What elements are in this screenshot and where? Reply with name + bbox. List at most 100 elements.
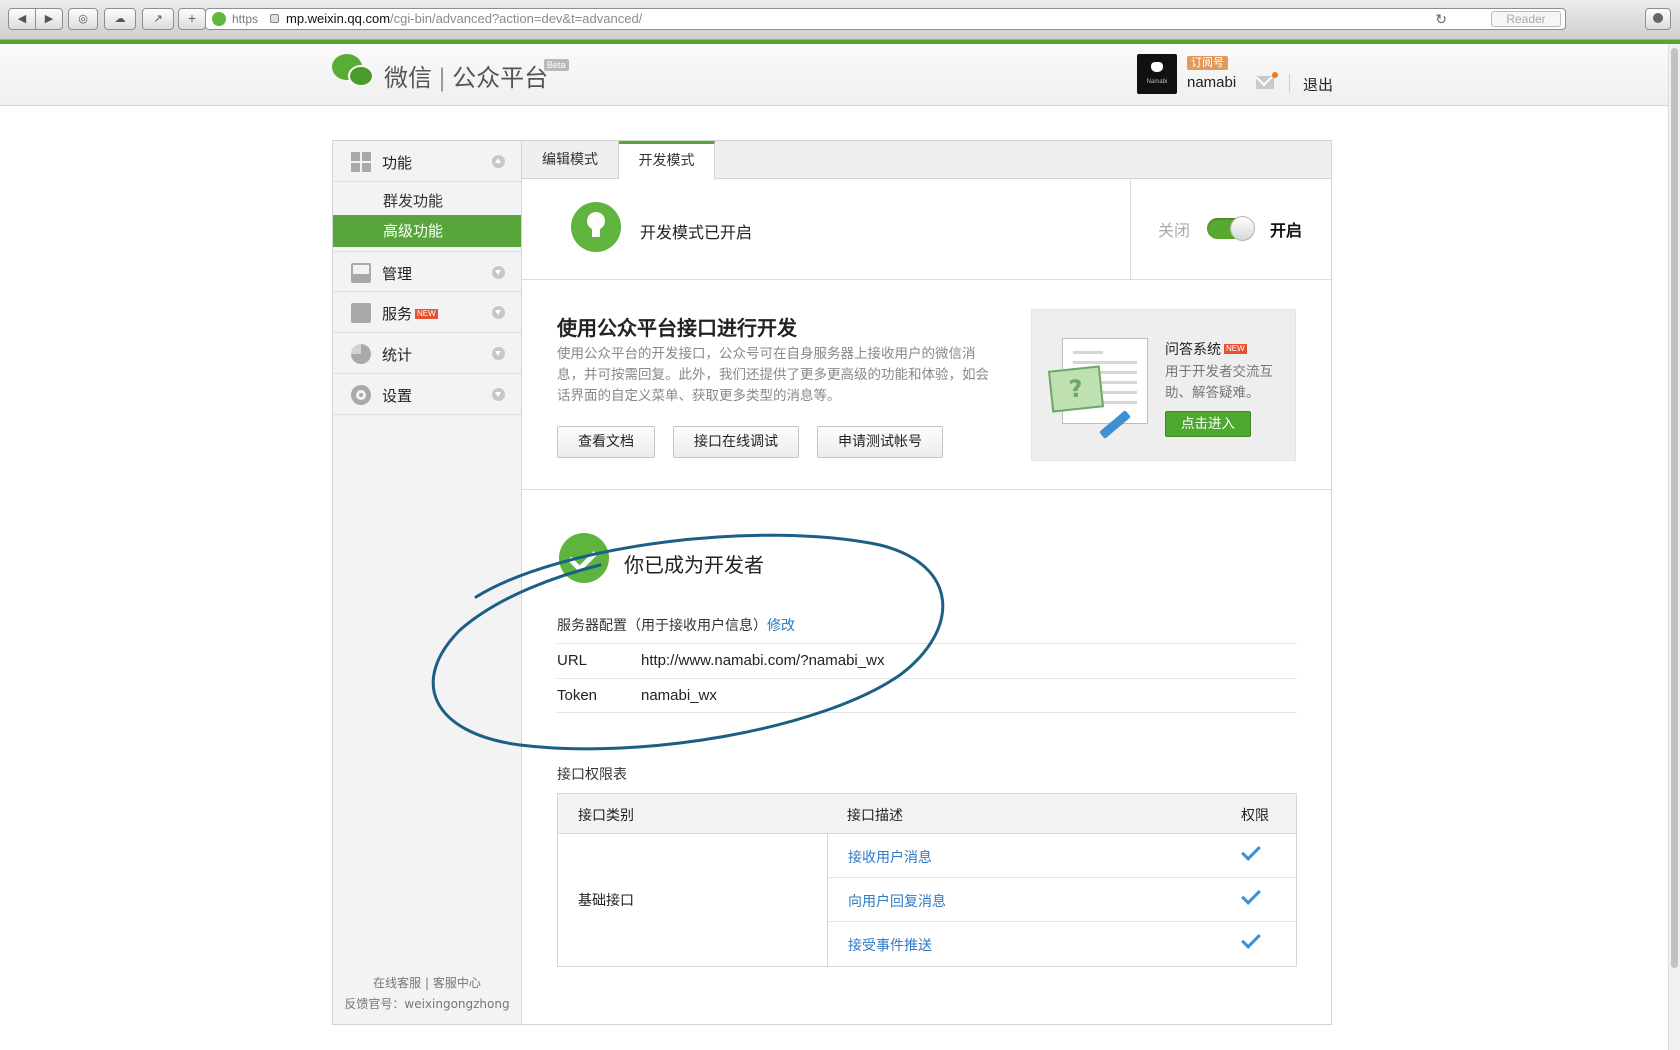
sidebar-group-features[interactable]: 功能 <box>333 141 521 182</box>
category-cell: 基础接口 <box>558 834 828 966</box>
chevron-down-icon[interactable] <box>492 266 505 279</box>
chevron-down-icon[interactable] <box>492 388 505 401</box>
share-icon[interactable]: ↗ <box>142 8 174 30</box>
sidebar-item-mass-send[interactable]: 群发功能 <box>333 185 521 217</box>
site-title: 微信 | 公众平台 <box>384 64 549 92</box>
status-text: 开发模式已开启 <box>640 223 753 242</box>
cloud-icon[interactable]: ☁ <box>104 8 136 30</box>
config-row-token: Token namabi_wx <box>557 678 1297 713</box>
help-center-link[interactable]: 客服中心 <box>433 976 481 990</box>
qa-title: 问答系统 NEW <box>1165 339 1247 359</box>
account-name[interactable]: namabi <box>1187 74 1236 91</box>
new-badge: NEW <box>1224 344 1247 354</box>
add-tab-icon[interactable]: + <box>178 8 206 30</box>
category-name: 基础接口 <box>578 893 634 909</box>
check-icon <box>1241 841 1261 861</box>
sidebar-group-label: 管理 <box>382 265 413 283</box>
header-category: 接口类别 <box>578 808 634 824</box>
toggle-on-label: 开启 <box>1270 221 1303 240</box>
cat-logo-icon <box>1151 62 1163 72</box>
product-name: 公众平台 <box>452 64 549 92</box>
downloads-icon[interactable] <box>1645 8 1671 30</box>
feedback-account: 反馈官号：weixingongzhong <box>344 997 510 1011</box>
browser-toolbar: ◀ ▶ ◎ ☁ ↗ + https mp.weixin.qq.com/cgi-b… <box>0 0 1680 40</box>
tab-dev-mode[interactable]: 开发模式 <box>619 141 715 180</box>
check-icon <box>1241 885 1261 905</box>
logout-link[interactable]: 退出 <box>1303 74 1333 95</box>
token-value: namabi_wx <box>641 687 717 704</box>
site-header: 微信 | 公众平台 Beta Namabi 订阅号 namabi 退出 <box>0 44 1680 106</box>
sidebar-group-settings[interactable]: 设置 <box>333 374 521 415</box>
grid-icon <box>351 152 371 172</box>
check-icon <box>1241 929 1261 949</box>
reader-button[interactable]: Reader <box>1491 11 1561 27</box>
sidebar-group-stats[interactable]: 统计 <box>333 333 521 374</box>
enter-qa-button[interactable]: 点击进入 <box>1165 411 1251 437</box>
intro-description: 使用公众平台的开发接口，公众号可在自身服务器上接收用户的微信消息，并可按需回复。… <box>557 346 989 404</box>
toggle-off-label: 关闭 <box>1158 221 1191 240</box>
sidebar-item-advanced[interactable]: 高级功能 <box>333 215 521 247</box>
question-icon: ? <box>1047 365 1105 413</box>
server-config-heading: 服务器配置（用于接收用户信息） <box>557 618 767 634</box>
qa-description: 用于开发者交流互助、解答疑难。 <box>1165 364 1273 401</box>
edit-config-link[interactable]: 修改 <box>767 615 795 635</box>
intro-title: 使用公众平台接口进行开发 <box>557 316 797 340</box>
token-label: Token <box>557 687 598 704</box>
back-icon[interactable]: ◀ <box>8 8 36 30</box>
checkmark-icon <box>559 533 609 583</box>
test-account-button[interactable]: 申请测试帐号 <box>817 426 943 458</box>
chevron-down-icon[interactable] <box>492 306 505 319</box>
online-support-link[interactable]: 在线客服 <box>373 976 421 990</box>
dev-mode-toggle[interactable] <box>1207 216 1255 241</box>
view-docs-button[interactable]: 查看文档 <box>557 426 655 458</box>
permissions-table: 接口类别 接口描述 权限 基础接口 接收用户消息 向用户回复消息 接受事件推送 <box>557 793 1297 967</box>
tab-edit-mode[interactable]: 编辑模式 <box>522 141 619 179</box>
table-row: 接受事件推送 <box>828 922 1296 966</box>
sidebar-footer: 在线客服 | 客服中心 反馈官号：weixingongzhong <box>333 973 521 1015</box>
dev-mode-status: 开发模式已开启 关闭 开启 <box>522 179 1331 280</box>
page-scrollbar[interactable] <box>1668 44 1680 1050</box>
sidebar-group-label: 设置 <box>382 387 413 405</box>
url-domain: mp.weixin.qq.com <box>286 11 391 26</box>
api-link[interactable]: 接受事件推送 <box>848 935 932 955</box>
url-label: URL <box>557 652 588 669</box>
api-link[interactable]: 接收用户消息 <box>848 847 932 867</box>
header-description: 接口描述 <box>847 808 903 824</box>
lock-icon <box>270 14 279 23</box>
scrollbar-thumb[interactable] <box>1671 48 1678 968</box>
printer-icon <box>351 303 371 323</box>
avatar[interactable]: Namabi <box>1137 54 1177 94</box>
page-frame: 功能 群发功能 高级功能 管理 服务 NEW 统计 设置 在线客服 | 客服中心 … <box>332 140 1332 1025</box>
mail-icon[interactable] <box>1256 76 1274 89</box>
toggle-knob[interactable] <box>1230 216 1255 241</box>
qa-system-card: ? 问答系统 NEW 用于开发者交流互助、解答疑难。 点击进入 <box>1031 309 1296 461</box>
wechat-logo-icon[interactable] <box>332 54 378 94</box>
chevron-down-icon[interactable] <box>492 347 505 360</box>
pie-chart-icon <box>351 344 371 364</box>
api-link[interactable]: 向用户回复消息 <box>848 891 946 911</box>
online-debug-button[interactable]: 接口在线调试 <box>673 426 799 458</box>
table-row: 向用户回复消息 <box>828 878 1296 922</box>
gear-icon <box>351 385 371 405</box>
lightbulb-icon <box>571 202 621 252</box>
tray-icon <box>351 263 371 283</box>
notification-dot <box>1272 72 1278 78</box>
new-badge: NEW <box>415 309 438 319</box>
permissions-title: 接口权限表 <box>557 767 627 783</box>
chevron-up-icon[interactable] <box>492 155 505 168</box>
sidebar-group-label: 统计 <box>382 346 413 364</box>
history-icon[interactable]: ◎ <box>68 8 98 30</box>
beta-badge: Beta <box>544 59 569 71</box>
sidebar-group-manage[interactable]: 管理 <box>333 251 521 292</box>
sidebar-group-services[interactable]: 服务 NEW <box>333 292 521 333</box>
address-bar[interactable]: https mp.weixin.qq.com/cgi-bin/advanced?… <box>205 8 1566 30</box>
sidebar-group-label: 功能 <box>382 154 413 172</box>
divider <box>557 712 1297 713</box>
developer-title: 你已成为开发者 <box>624 553 764 577</box>
mode-tabs: 编辑模式 开发模式 <box>522 141 1331 180</box>
table-row: 接收用户消息 <box>828 834 1296 878</box>
forward-icon[interactable]: ▶ <box>35 8 63 30</box>
url-path: /cgi-bin/advanced?action=dev&t=advanced/ <box>390 11 643 26</box>
reload-icon[interactable]: ↻ <box>1435 9 1447 29</box>
site-favicon-icon <box>212 12 226 26</box>
